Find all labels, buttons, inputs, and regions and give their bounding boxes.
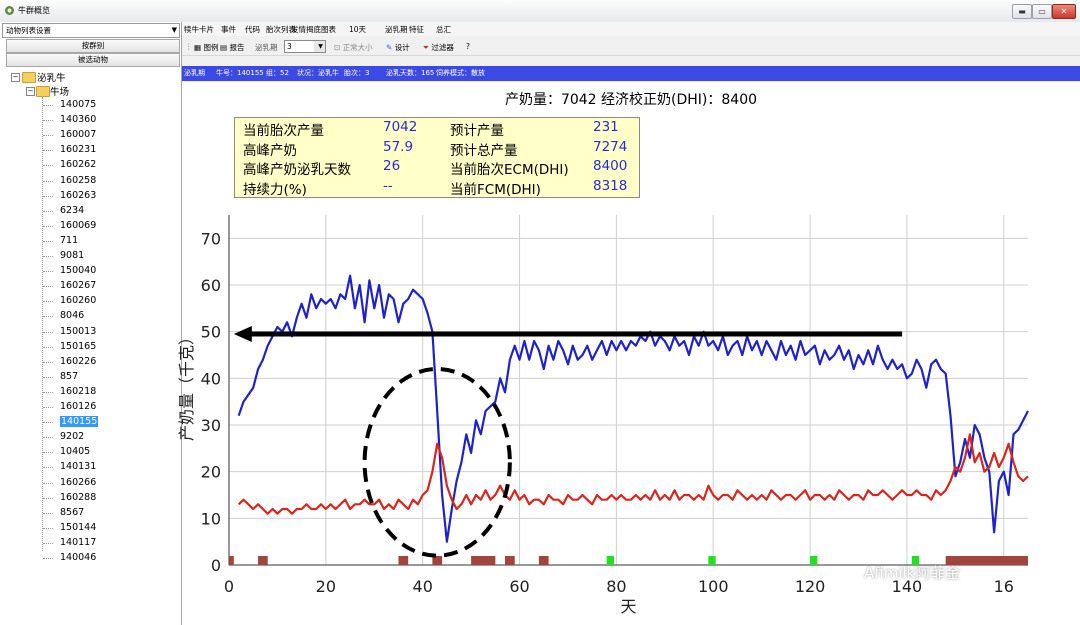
summary-label: 当前FCM(DHI) (450, 181, 541, 198)
lactation-chart: 0102030405060700 20 40 60 80 100 120 140 16天产奶量（… (177, 215, 1029, 616)
y-tick-label: 30 (201, 416, 221, 435)
summary-value: 7274 (593, 138, 628, 155)
y-tick-label: 0 (211, 556, 221, 575)
y-tick-label: 60 (201, 276, 221, 295)
summary-value: 26 (383, 158, 401, 174)
summary-label: 高峰产奶 (243, 142, 297, 159)
x-tick-label: 16 (994, 577, 1014, 596)
event-marker (398, 556, 409, 565)
event-marker (258, 556, 268, 565)
event-marker (471, 556, 496, 565)
x-tick-label: 100 (698, 577, 729, 596)
wechat-icon (838, 566, 860, 582)
x-tick-label: 40 (413, 577, 433, 596)
y-tick-label: 40 (201, 369, 221, 388)
summary-label: 预计产量 (450, 123, 504, 139)
summary-value: 57.9 (383, 138, 414, 155)
summary-value: -- (383, 177, 393, 194)
event-marker (606, 556, 614, 565)
series-line (237, 433, 1029, 515)
summary-value: 8400 (593, 158, 628, 174)
summary-value: 8318 (593, 177, 628, 194)
y-tick-label: 10 (201, 509, 221, 528)
x-tick-label: 0 (224, 577, 234, 596)
x-axis-label: 天 (620, 597, 636, 616)
x-tick-label: 60 (509, 577, 529, 596)
event-marker (810, 556, 818, 565)
watermark: Afimilk阿菲金 (864, 564, 961, 582)
summary-label: 当前胎次ECM(DHI) (450, 162, 569, 178)
summary-label: 持续力(%) (243, 181, 307, 198)
y-tick-label: 70 (201, 229, 221, 248)
summary-label: 高峰产奶泌乳天数 (243, 162, 351, 178)
series-line (237, 274, 1029, 543)
x-tick-label: 20 (316, 577, 336, 596)
x-tick-label: 120 (795, 577, 826, 596)
event-marker (229, 556, 234, 565)
annotation-arrow-head (233, 326, 252, 342)
y-axis-label: 产奶量（千克） (177, 329, 196, 441)
y-tick-label: 20 (201, 463, 221, 482)
summary-value: 7042 (383, 119, 418, 135)
summary-label: 预计总产量 (450, 142, 518, 159)
summary-value: 231 (593, 119, 619, 135)
y-tick-label: 50 (201, 323, 221, 342)
summary-box: 当前胎次产量 7042 预计产量 231 高峰产奶 57.9 预计总产量 7274 高峰产奶泌乳… (234, 117, 640, 198)
event-marker (538, 556, 549, 565)
x-tick-label: 80 (606, 577, 626, 596)
event-marker (505, 556, 515, 565)
event-marker (708, 556, 716, 565)
summary-label: 当前胎次产量 (243, 123, 324, 139)
